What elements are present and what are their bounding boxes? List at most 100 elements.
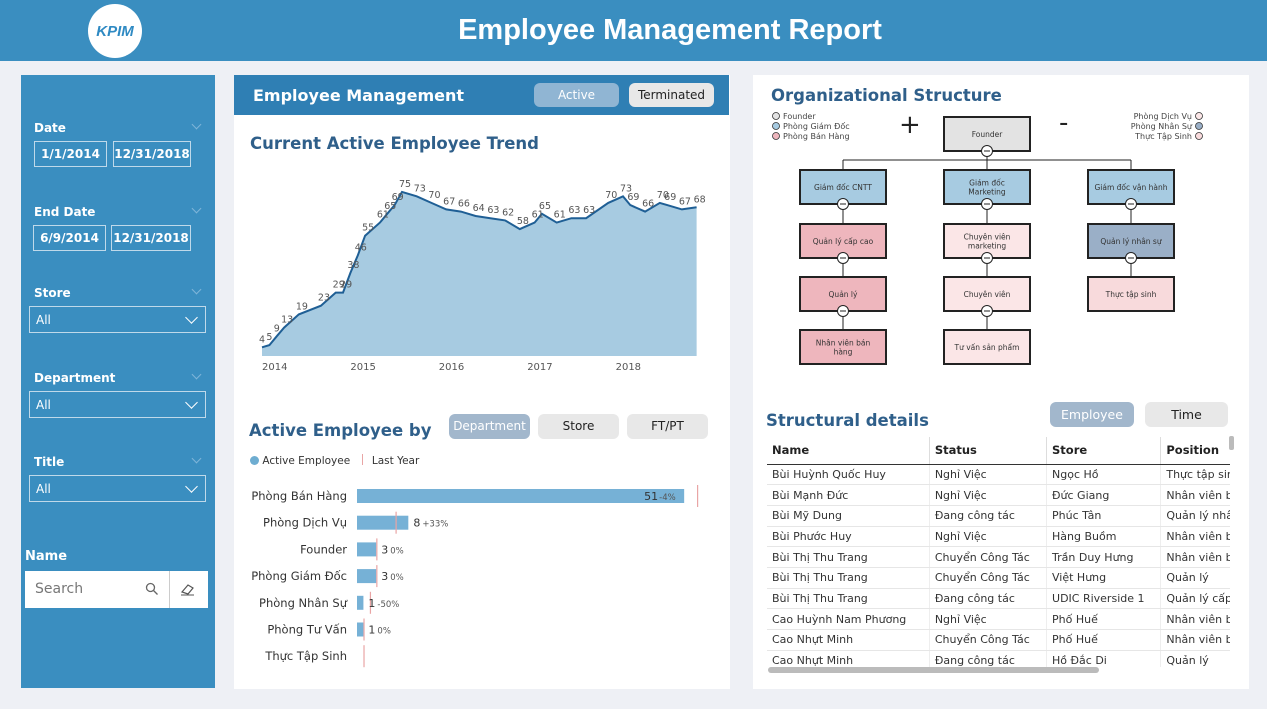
legend-left-dot <box>772 132 780 140</box>
bar-active <box>357 489 685 503</box>
date-filter-label: Date <box>34 121 66 135</box>
bar-change-label: 0% <box>390 573 404 583</box>
department-bar-chart: Phòng Bán Hàng 51 -4% Phòng Dịch Vụ 8 +33% Fou… <box>251 485 699 668</box>
time-tab-button[interactable]: Time <box>1145 402 1228 427</box>
legend-right-label: Phòng Dịch Vụ <box>1134 111 1192 122</box>
bar-category-label: Founder <box>300 542 347 556</box>
chevron-down-icon[interactable] <box>191 284 202 295</box>
department-select[interactable]: All <box>29 391 206 418</box>
chevron-down-icon <box>185 396 198 409</box>
title-filter-label: Title <box>34 455 65 469</box>
employee-tab-button[interactable]: Employee <box>1050 402 1134 427</box>
trend-data-label: 23 <box>318 293 330 304</box>
trend-data-label: 19 <box>296 301 308 312</box>
table-cell: Cao Nhựt Minh <box>767 629 930 651</box>
end-date-start-input[interactable]: 6/9/2014 <box>33 225 106 251</box>
chevron-down-icon[interactable] <box>191 453 202 464</box>
table-cell: Nghỉ Việc <box>929 484 1048 506</box>
ftpt-tab-button[interactable]: FT/PT <box>627 414 708 439</box>
table-row[interactable]: Bùi Thị Thu Trang Chuyển Công Tác Trần Duy… <box>767 546 1230 568</box>
table-cell: Nhân viên bán hàng <box>1160 608 1230 630</box>
bar-lastyear-marker <box>697 485 699 507</box>
report-title: Employee Management Report <box>458 14 882 46</box>
logo-text: KPIM <box>96 22 134 40</box>
table-column-header[interactable]: Store <box>1046 437 1162 465</box>
table-horizontal-scrollbar[interactable] <box>768 667 1099 673</box>
legend-mark-lastyear <box>361 454 363 465</box>
title-select-value: All <box>36 482 51 496</box>
table-cell: Đang công tác <box>929 505 1048 527</box>
org-chart: FounderPhòng Giám ĐốcPhòng Bán HàngPhòng… <box>772 108 1203 365</box>
trend-data-label: 63 <box>583 205 595 216</box>
filter-sidebar: Date 1/1/2014 12/31/2018 End Date 6/9/20… <box>21 75 215 688</box>
store-tab-button[interactable]: Store <box>538 414 619 439</box>
trend-data-label: 68 <box>694 194 706 205</box>
trend-data-label: 63 <box>487 205 499 216</box>
bar-lastyear-marker <box>376 565 378 588</box>
date-end-input[interactable]: 12/31/2018 <box>113 141 191 167</box>
legend-right-dot <box>1195 132 1203 140</box>
org-node-label: hàng <box>834 348 853 357</box>
trend-data-label: 55 <box>362 223 374 234</box>
trend-data-label: 46 <box>355 242 367 253</box>
chevron-down-icon[interactable] <box>191 203 202 214</box>
org-node-label: Nhân viên bán <box>816 339 871 348</box>
table-row[interactable]: Bùi Huỳnh Quốc Huy Nghỉ Việc Ngọc Hồ Thực t… <box>767 464 1230 486</box>
store-select[interactable]: All <box>29 306 206 333</box>
table-cell: Bùi Mỹ Dung <box>767 505 930 527</box>
table-row[interactable]: Cao Nhựt Minh Đang công tác Hồ Đắc Di Quản … <box>767 650 1230 667</box>
bar-active <box>357 622 364 637</box>
table-row[interactable]: Bùi Mạnh Đức Nghỉ Việc Đức Giang Nhân viên … <box>767 484 1230 506</box>
bar-category-label: Phòng Bán Hàng <box>251 489 347 503</box>
employee-panel-title: Employee Management <box>253 86 465 105</box>
org-chart-title: Organizational Structure <box>771 86 1002 105</box>
eraser-icon[interactable] <box>180 582 196 596</box>
table-cell: Đang công tác <box>929 650 1048 667</box>
search-input[interactable]: Search <box>35 581 83 597</box>
table-row[interactable]: Bùi Thị Thu Trang Chuyển Công Tác Việt Hưn… <box>767 567 1230 589</box>
trend-data-label: 13 <box>281 315 293 326</box>
search-icon[interactable] <box>145 582 159 596</box>
trend-data-label: 4 <box>259 334 265 345</box>
table-cell: Việt Hưng <box>1046 567 1162 589</box>
chevron-down-icon[interactable] <box>191 369 202 380</box>
trend-data-label: 65 <box>539 201 551 212</box>
table-header-row: NameStatusStorePositionFT/ <box>767 437 1230 465</box>
department-tab-button[interactable]: Department <box>449 414 530 439</box>
table-row[interactable]: Bùi Mỹ Dung Đang công tác Phúc Tân Quản lý … <box>767 505 1230 527</box>
org-node-label: Founder <box>972 130 1004 139</box>
table-cell: Quản lý <box>1160 567 1230 589</box>
table-cell: Phố Huế <box>1046 608 1162 630</box>
terminated-tab-button[interactable]: Terminated <box>629 83 714 107</box>
table-column-header[interactable]: Position <box>1160 437 1230 465</box>
table-cell: Phố Huế <box>1046 629 1162 651</box>
bar-active <box>357 515 409 530</box>
end-date-end-input[interactable]: 12/31/2018 <box>111 225 191 251</box>
chevron-down-icon[interactable] <box>191 119 202 130</box>
table-cell: Bùi Thị Thu Trang <box>767 546 930 568</box>
legend-dot-active <box>250 456 259 465</box>
store-select-value: All <box>36 313 51 327</box>
org-node-label: Quản lý nhân sự <box>1100 237 1162 246</box>
chevron-down-icon <box>185 480 198 493</box>
table-row[interactable]: Bùi Phước Huy Nghỉ Việc Hàng Buồm Nhân viên… <box>767 526 1230 548</box>
title-select[interactable]: All <box>29 475 206 502</box>
table-row[interactable]: Bùi Thị Thu Trang Đang công tác UDIC River… <box>767 588 1230 610</box>
legend-lastyear-label: Last Year <box>371 455 420 467</box>
table-column-header[interactable]: Status <box>929 437 1048 465</box>
trend-data-label: 66 <box>642 199 654 210</box>
trend-x-tick: 2015 <box>350 362 375 373</box>
date-start-input[interactable]: 1/1/2014 <box>34 141 107 167</box>
table-cell: Nhân viên bán hàng <box>1160 546 1230 568</box>
active-tab-button[interactable]: Active <box>534 83 619 107</box>
table-cell: Chuyển Công Tác <box>929 567 1048 589</box>
name-search-box[interactable]: Search <box>25 571 208 608</box>
table-row[interactable]: Cao Nhựt Minh Chuyển Công Tác Phố Huế Nhân … <box>767 629 1230 651</box>
table-cell: Phúc Tân <box>1046 505 1162 527</box>
table-cell: Ngọc Hồ <box>1046 464 1162 486</box>
table-row[interactable]: Cao Huỳnh Nam Phương Nghỉ Việc Phố Huế Nhân… <box>767 608 1230 630</box>
trend-data-label: 29 <box>340 280 352 291</box>
org-node-label: Giám đốc <box>969 179 1005 188</box>
app-header: KPIM Employee Management Report <box>0 0 1267 61</box>
table-column-header[interactable]: Name <box>767 437 930 465</box>
